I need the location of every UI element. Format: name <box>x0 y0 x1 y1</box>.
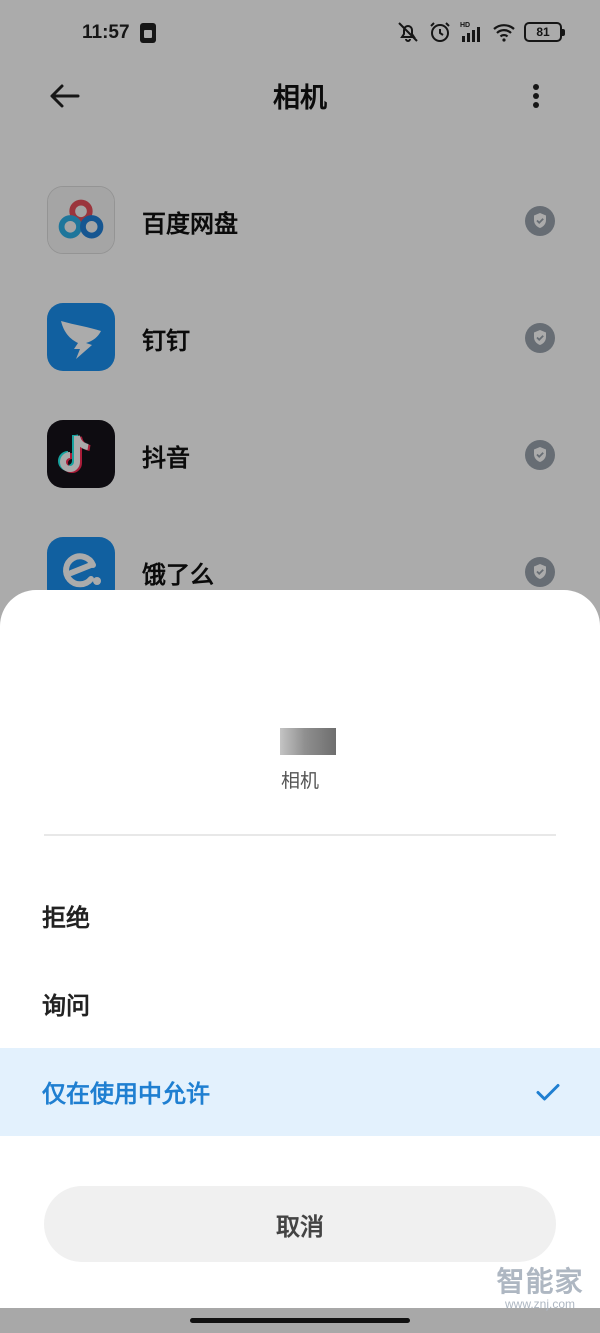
watermark: 智能家 www.znj.com <box>488 1265 592 1311</box>
watermark-url: www.znj.com <box>504 1297 575 1311</box>
option-deny[interactable]: 拒绝 <box>0 872 600 960</box>
divider <box>44 834 556 836</box>
permission-bottom-sheet: 相机 拒绝 询问 仅在使用中允许 取消 <box>0 590 600 1308</box>
sheet-title: 相机 <box>280 770 319 792</box>
option-allow-while-using[interactable]: 仅在使用中允许 <box>0 1048 600 1136</box>
option-ask[interactable]: 询问 <box>0 960 600 1048</box>
option-label: 询问 <box>42 992 90 1020</box>
option-label: 仅在使用中允许 <box>42 1080 210 1108</box>
home-indicator[interactable] <box>190 1318 410 1323</box>
checkmark-icon <box>536 1084 560 1101</box>
watermark-name: 智能家 <box>496 1265 584 1298</box>
cancel-button[interactable]: 取消 <box>44 1186 556 1262</box>
blurred-app-icon <box>280 728 336 755</box>
option-label: 拒绝 <box>42 904 90 932</box>
